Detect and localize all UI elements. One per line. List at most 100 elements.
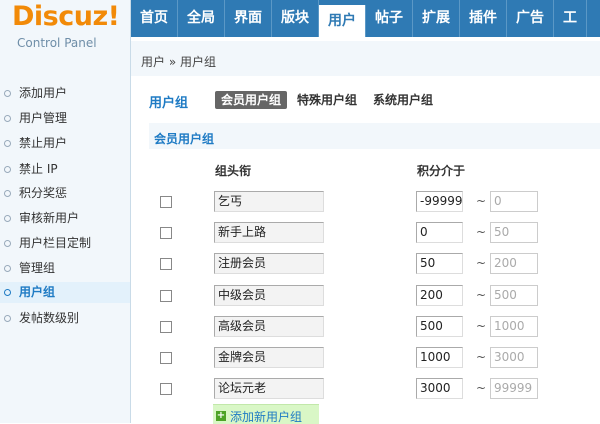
bullet-icon [4, 240, 11, 247]
page-title: 用户组 [149, 96, 189, 111]
credits-upper-field: 500 [490, 285, 538, 306]
group-title-field[interactable]: 注册会员 [214, 253, 324, 274]
section-header: 会员用户组 [149, 123, 600, 149]
sidebar-item-label: 审核新用户 [19, 211, 80, 225]
sidebar-item-post-rank[interactable]: 发帖数级别 [0, 308, 130, 329]
tab-extensions[interactable]: 扩展 [413, 0, 460, 37]
sidebar-item-label: 禁止 IP [19, 162, 58, 176]
logo-wordmark: Discuz! [12, 1, 120, 32]
header: Discuz! Control Panel 首页 全局 界面 版块 用户 帖子 … [0, 0, 600, 76]
table-row: 论坛元老 3000 ~ 99999 [131, 376, 600, 407]
row-checkbox[interactable] [160, 196, 172, 208]
sidebar: 添加用户 用户管理 禁止用户 禁止 IP 积分奖惩 审核新用户 用户栏目定制 管… [0, 76, 131, 423]
bullet-icon [4, 140, 11, 147]
row-checkbox[interactable] [160, 258, 172, 270]
credits-lower-field[interactable]: -99999 [416, 191, 463, 212]
logo[interactable]: Discuz! Control Panel [0, 0, 131, 76]
sidebar-item-ban-ip[interactable]: 禁止 IP [0, 159, 130, 180]
tab-plugins[interactable]: 插件 [460, 0, 507, 37]
credits-lower-field[interactable]: 1000 [416, 347, 463, 368]
sidebar-item-admin-groups[interactable]: 管理组 [0, 258, 130, 279]
subtabs: 会员用户组 特殊用户组 系统用户组 [215, 91, 443, 109]
table-row: 乞丐 -99999 ~ 0 [131, 189, 600, 220]
sidebar-item-label: 用户组 [19, 285, 56, 299]
bullet-icon [4, 215, 11, 222]
sidebar-item-label: 用户管理 [19, 111, 68, 125]
subtab-member-groups[interactable]: 会员用户组 [215, 91, 288, 109]
credits-upper-field: 3000 [490, 347, 538, 368]
group-title-field[interactable]: 金牌会员 [214, 347, 324, 368]
column-header-credits-range: 积分介于 [417, 164, 466, 178]
sidebar-item-user-management[interactable]: 用户管理 [0, 108, 130, 129]
range-separator: ~ [476, 319, 487, 333]
subtab-system-groups[interactable]: 系统用户组 [367, 91, 439, 109]
breadcrumb-bar: 用户 » 用户组 [131, 37, 600, 76]
range-separator: ~ [476, 256, 487, 270]
credits-lower-field[interactable]: 0 [416, 222, 463, 243]
row-checkbox[interactable] [160, 290, 172, 302]
row-checkbox[interactable] [160, 352, 172, 364]
credits-upper-field: 0 [490, 191, 538, 212]
credits-lower-field[interactable]: 200 [416, 285, 463, 306]
tab-users[interactable]: 用户 [319, 5, 366, 37]
bullet-icon [4, 90, 11, 97]
sidebar-item-add-user[interactable]: 添加用户 [0, 83, 130, 104]
tab-interface[interactable]: 界面 [225, 0, 272, 37]
tab-forums[interactable]: 版块 [272, 0, 319, 37]
credits-upper-field: 50 [490, 222, 538, 243]
row-checkbox[interactable] [160, 321, 172, 333]
credits-lower-field[interactable]: 50 [416, 253, 463, 274]
logo-subtitle: Control Panel [17, 36, 97, 50]
tab-global[interactable]: 全局 [178, 0, 225, 37]
row-checkbox[interactable] [160, 227, 172, 239]
sidebar-item-credits-reward[interactable]: 积分奖惩 [0, 183, 130, 204]
table-row: 注册会员 50 ~ 200 [131, 251, 600, 282]
bullet-icon [4, 115, 11, 122]
column-header-group-title: 组头衔 [215, 164, 252, 178]
range-separator: ~ [476, 381, 487, 395]
credits-lower-field[interactable]: 500 [416, 316, 463, 337]
sidebar-item-profile-fields[interactable]: 用户栏目定制 [0, 233, 130, 254]
plus-icon: + [216, 410, 226, 421]
range-separator: ~ [476, 194, 487, 208]
credits-upper-field: 1000 [490, 316, 538, 337]
tab-posts[interactable]: 帖子 [366, 0, 413, 37]
sidebar-item-ban-user[interactable]: 禁止用户 [0, 133, 130, 154]
range-separator: ~ [476, 225, 487, 239]
bullet-icon [4, 289, 11, 296]
sidebar-item-user-groups[interactable]: 用户组 [0, 282, 130, 303]
row-checkbox[interactable] [160, 383, 172, 395]
credits-upper-field: 99999 [490, 378, 538, 399]
sidebar-item-label: 积分奖惩 [19, 186, 68, 200]
tab-tools[interactable]: 工 [554, 0, 587, 37]
bullet-icon [4, 166, 11, 173]
add-user-group-label: 添加新用户组 [230, 410, 303, 424]
group-title-field[interactable]: 高级会员 [214, 316, 324, 337]
main-content: 用户组 会员用户组 特殊用户组 系统用户组 会员用户组 组头衔 积分介于 乞丐 … [131, 76, 600, 424]
sidebar-item-label: 添加用户 [19, 86, 68, 100]
section-title: 会员用户组 [154, 132, 215, 146]
group-title-field[interactable]: 乞丐 [214, 191, 324, 212]
group-title-field[interactable]: 中级会员 [214, 285, 324, 306]
sidebar-item-label: 发帖数级别 [19, 311, 80, 325]
table-row: 新手上路 0 ~ 50 [131, 220, 600, 251]
sidebar-item-label: 用户栏目定制 [19, 236, 92, 250]
range-separator: ~ [476, 350, 487, 364]
credits-lower-field[interactable]: 3000 [416, 378, 463, 399]
table-row: 高级会员 500 ~ 1000 [131, 314, 600, 345]
range-separator: ~ [476, 288, 487, 302]
top-nav: 首页 全局 界面 版块 用户 帖子 扩展 插件 广告 工 [131, 0, 600, 37]
table-row: 金牌会员 1000 ~ 3000 [131, 345, 600, 376]
bullet-icon [4, 265, 11, 272]
bullet-icon [4, 315, 11, 322]
breadcrumb: 用户 » 用户组 [141, 55, 216, 69]
group-title-field[interactable]: 论坛元老 [214, 378, 324, 399]
table-row: 中级会员 200 ~ 500 [131, 283, 600, 314]
tab-ads[interactable]: 广告 [507, 0, 554, 37]
bullet-icon [4, 190, 11, 197]
add-user-group-button[interactable]: + 添加新用户组 [213, 404, 319, 424]
sidebar-item-moderate-new-users[interactable]: 审核新用户 [0, 208, 130, 229]
group-title-field[interactable]: 新手上路 [214, 222, 324, 243]
subtab-special-groups[interactable]: 特殊用户组 [291, 91, 363, 109]
tab-home[interactable]: 首页 [131, 0, 178, 37]
